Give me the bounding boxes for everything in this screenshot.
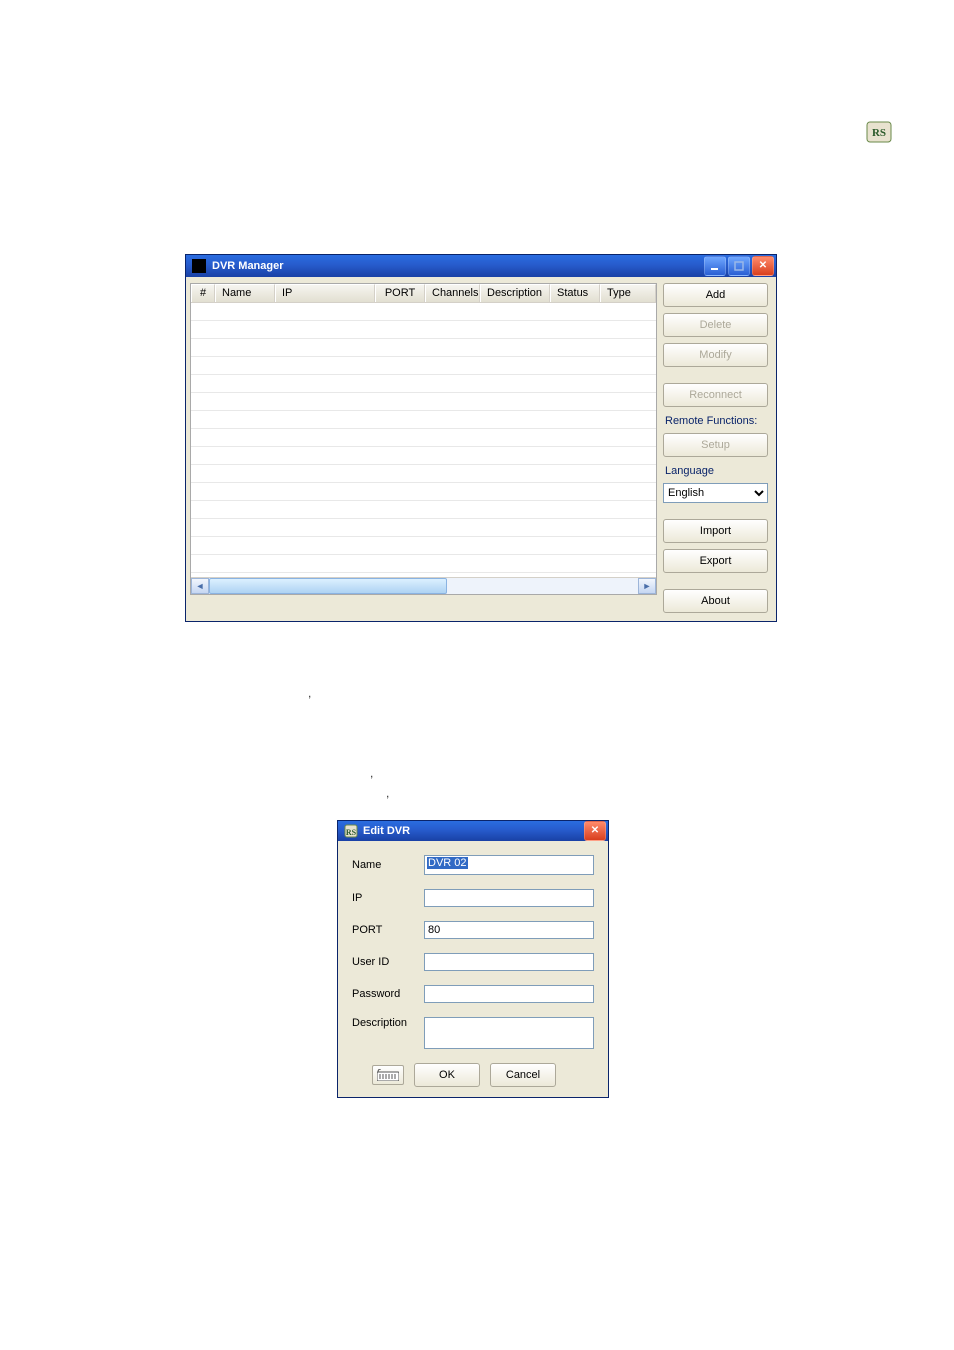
- list-row: [191, 393, 656, 411]
- cancel-button[interactable]: Cancel: [490, 1063, 556, 1087]
- list-row: [191, 519, 656, 537]
- ip-label: IP: [352, 892, 424, 904]
- scroll-left-arrow-icon[interactable]: ◄: [191, 578, 209, 594]
- reconnect-button: Reconnect: [663, 383, 768, 407]
- list-row: [191, 537, 656, 555]
- stray-comma-1: ,: [308, 686, 311, 700]
- column-ip[interactable]: IP: [275, 284, 375, 302]
- titlebar[interactable]: DVR Manager ✕: [186, 255, 776, 277]
- language-label: Language: [663, 463, 768, 477]
- language-select[interactable]: English: [663, 483, 768, 503]
- column-num[interactable]: #: [191, 284, 215, 302]
- list-row: [191, 429, 656, 447]
- list-row: [191, 555, 656, 573]
- list-row: [191, 447, 656, 465]
- minimize-button[interactable]: [704, 256, 726, 276]
- list-row: [191, 465, 656, 483]
- column-description[interactable]: Description: [480, 284, 550, 302]
- edit-dvr-close-button[interactable]: ✕: [584, 821, 606, 841]
- setup-button: Setup: [663, 433, 768, 457]
- svg-text:RS: RS: [346, 828, 357, 837]
- scroll-thumb[interactable]: [209, 578, 447, 594]
- stray-comma-3: ,: [386, 786, 389, 800]
- dvr-list[interactable]: # Name IP PORT Channels Description Stat…: [190, 283, 657, 595]
- name-input[interactable]: DVR 02: [424, 855, 594, 875]
- app-icon: [192, 259, 206, 273]
- list-row: [191, 321, 656, 339]
- add-button[interactable]: Add: [663, 283, 768, 307]
- horizontal-scrollbar[interactable]: ◄ ►: [191, 577, 656, 594]
- edit-dvr-title: Edit DVR: [363, 825, 584, 837]
- list-row: [191, 303, 656, 321]
- column-channels[interactable]: Channels: [425, 284, 480, 302]
- column-port[interactable]: PORT: [375, 284, 425, 302]
- onscreen-keyboard-icon[interactable]: [372, 1065, 404, 1085]
- delete-button: Delete: [663, 313, 768, 337]
- column-status[interactable]: Status: [550, 284, 600, 302]
- list-row: [191, 339, 656, 357]
- brand-logo: RS: [859, 120, 899, 154]
- import-button[interactable]: Import: [663, 519, 768, 543]
- list-row: [191, 483, 656, 501]
- export-button[interactable]: Export: [663, 549, 768, 573]
- userid-input[interactable]: [424, 953, 594, 971]
- ip-input[interactable]: [424, 889, 594, 907]
- column-name[interactable]: Name: [215, 284, 275, 302]
- about-button[interactable]: About: [663, 589, 768, 613]
- scroll-right-arrow-icon[interactable]: ►: [638, 578, 656, 594]
- dvr-manager-window: DVR Manager ✕ # Name IP PORT Channels: [185, 254, 777, 622]
- list-header[interactable]: # Name IP PORT Channels Description Stat…: [191, 284, 656, 303]
- list-row: [191, 357, 656, 375]
- name-input-value: DVR 02: [427, 857, 468, 869]
- edit-dvr-app-icon: RS: [344, 824, 358, 838]
- edit-dvr-titlebar[interactable]: RS Edit DVR ✕: [338, 821, 608, 841]
- userid-label: User ID: [352, 956, 424, 968]
- side-panel: Add Delete Modify Reconnect Remote Funct…: [661, 281, 772, 617]
- svg-text:RS: RS: [872, 127, 886, 139]
- maximize-button: [728, 256, 750, 276]
- close-button[interactable]: ✕: [752, 256, 774, 276]
- name-label: Name: [352, 859, 424, 871]
- scroll-track[interactable]: [209, 578, 638, 594]
- modify-button: Modify: [663, 343, 768, 367]
- port-input[interactable]: [424, 921, 594, 939]
- description-input[interactable]: [424, 1017, 594, 1049]
- stray-comma-2: ,: [370, 766, 373, 780]
- list-rows: [191, 303, 656, 591]
- list-row: [191, 501, 656, 519]
- ok-button[interactable]: OK: [414, 1063, 480, 1087]
- edit-dvr-dialog: RS Edit DVR ✕ Name DVR 02 IP PORT: [337, 820, 609, 1098]
- description-label: Description: [352, 1017, 424, 1029]
- list-row: [191, 375, 656, 393]
- column-type[interactable]: Type: [600, 284, 656, 302]
- port-label: PORT: [352, 924, 424, 936]
- password-input[interactable]: [424, 985, 594, 1003]
- window-title: DVR Manager: [212, 260, 704, 272]
- remote-functions-label: Remote Functions:: [663, 413, 768, 427]
- list-row: [191, 411, 656, 429]
- password-label: Password: [352, 988, 424, 1000]
